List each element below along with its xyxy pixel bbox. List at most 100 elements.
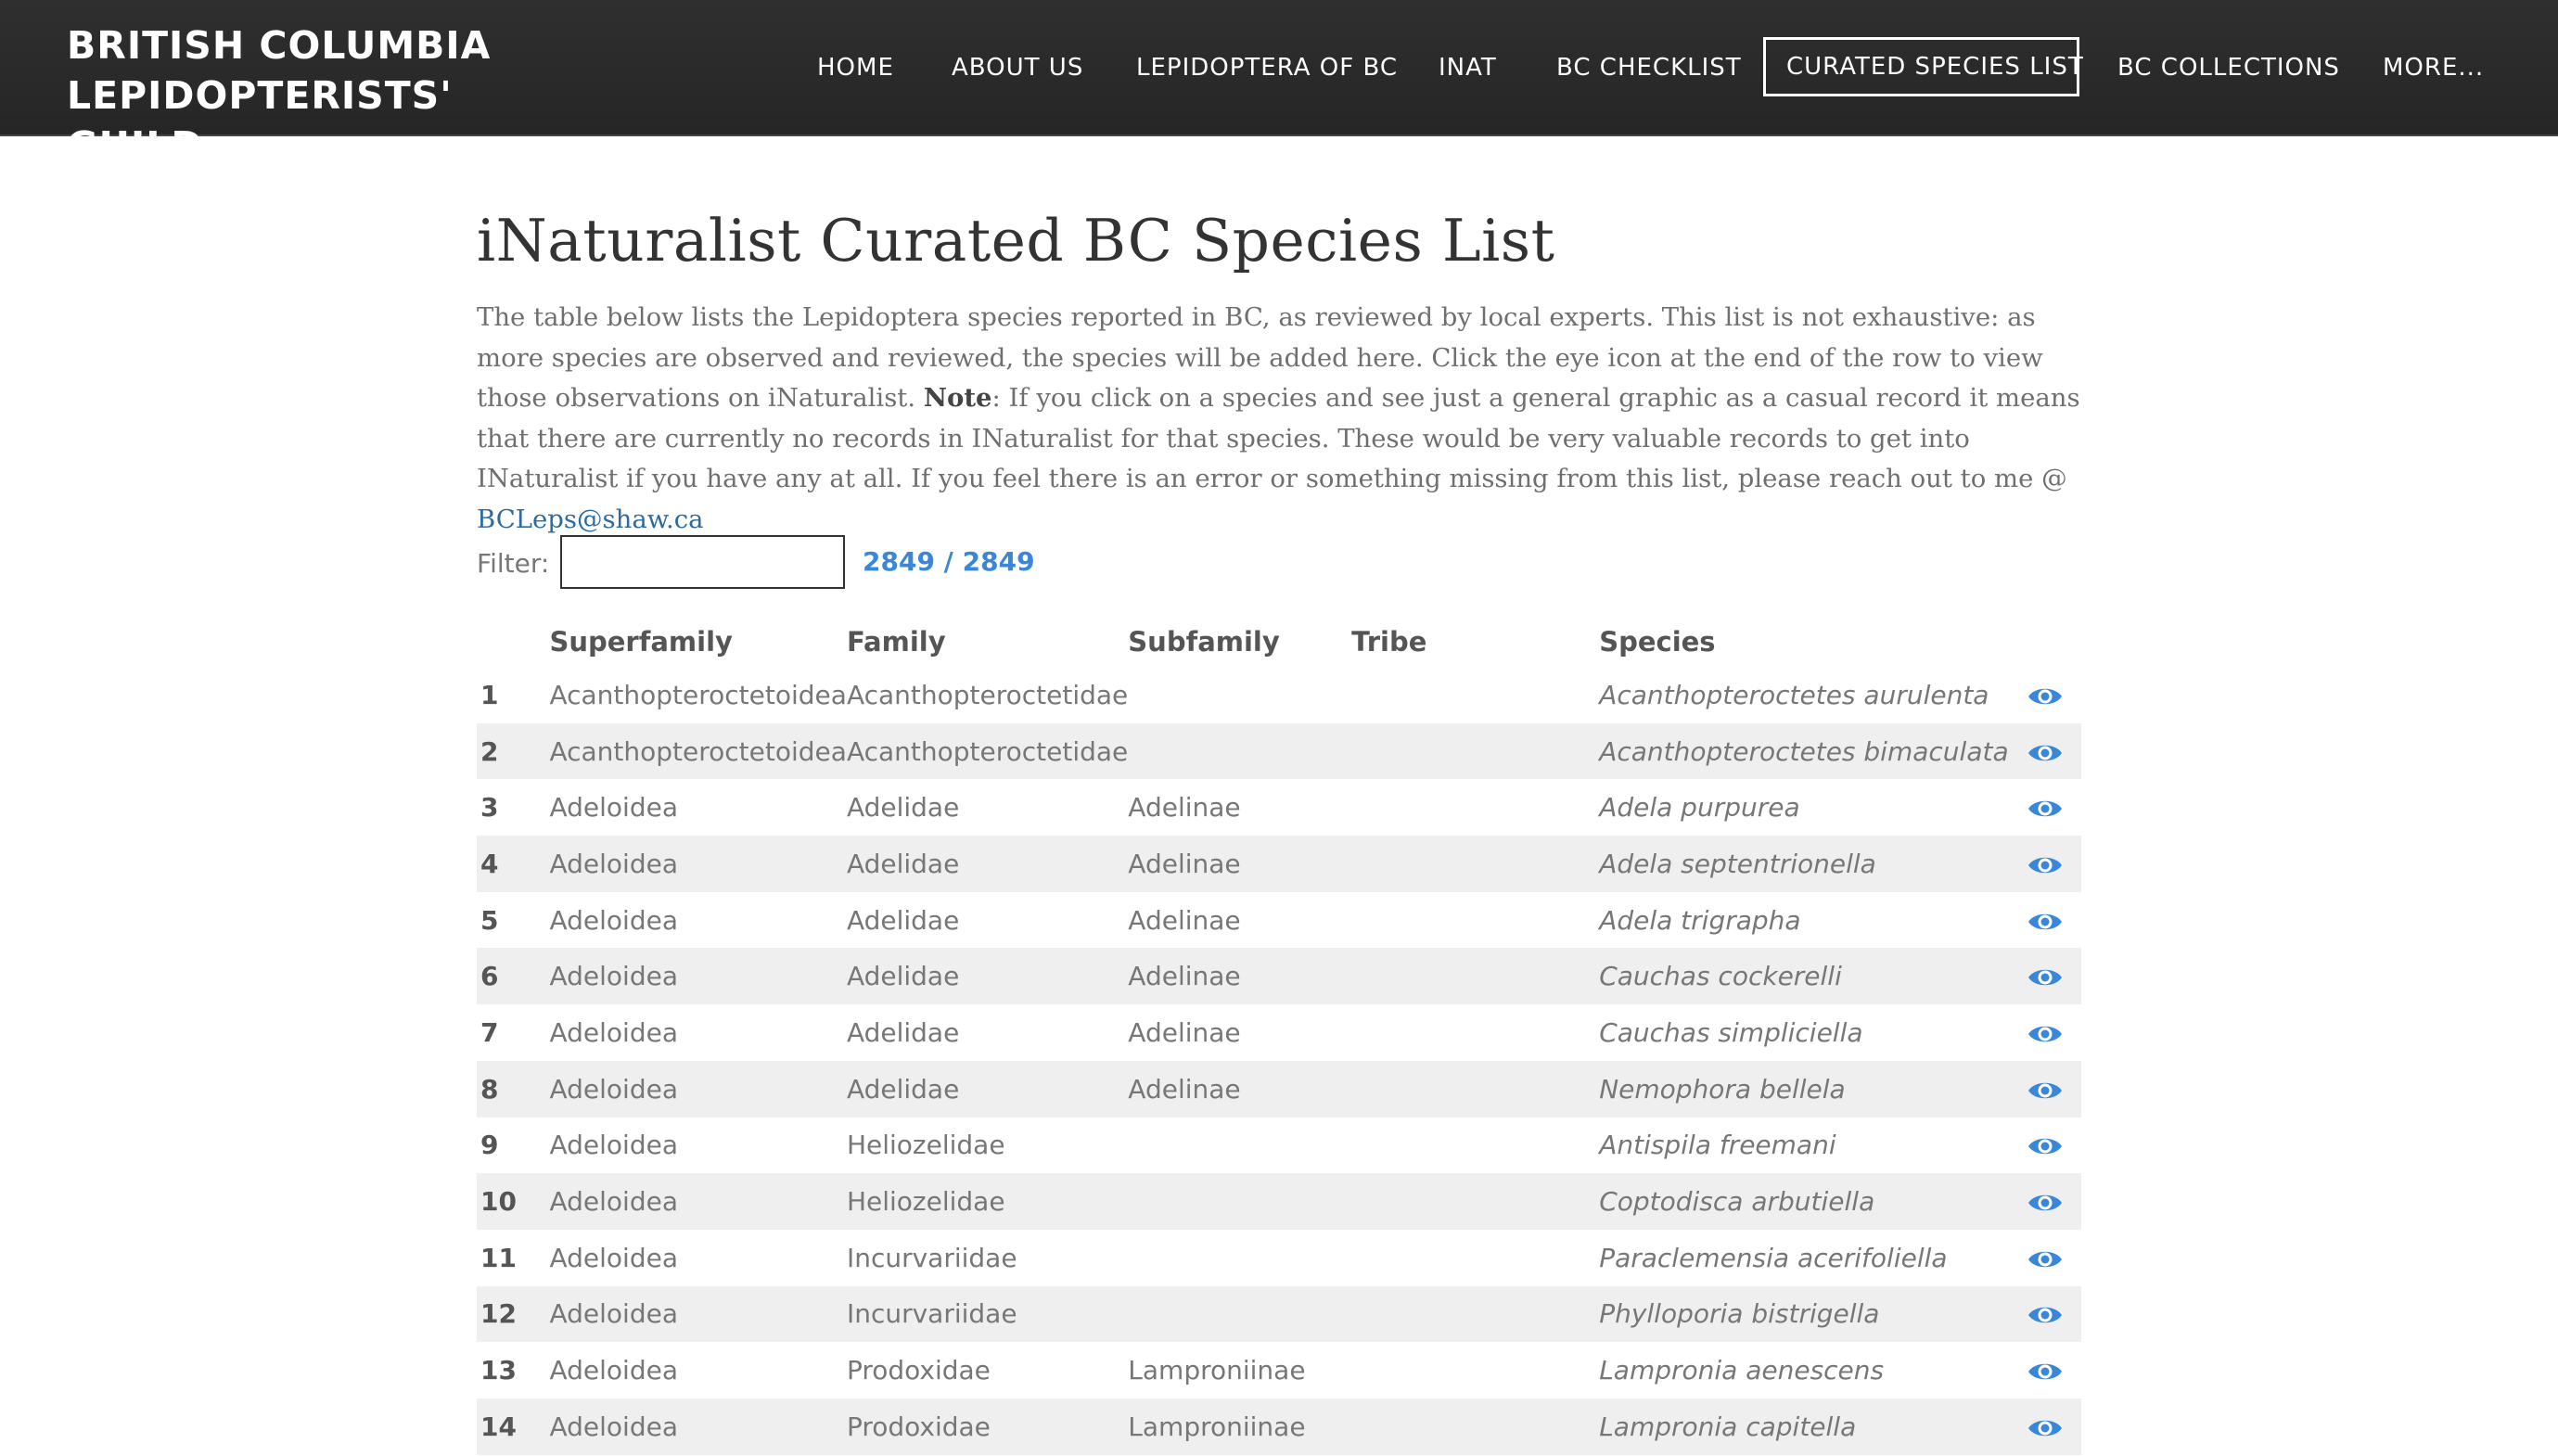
table-row: 1 Acanthopteroctetoidea Acanthopteroctetid… [477, 667, 2081, 723]
main-nav: HOME ABOUT US LEPIDOPTERA OF BC INAT BC … [0, 0, 2558, 134]
cell-family: Prodoxidae [846, 1355, 991, 1386]
col-header-family[interactable]: Family [847, 617, 1128, 667]
eye-icon[interactable] [2027, 797, 2064, 821]
table-row: 11 Adeloidea Incurvariidae Paraclemensia ac… [477, 1230, 2081, 1286]
cell-tribe [1351, 948, 1599, 1004]
eye-icon[interactable] [2027, 1416, 2064, 1440]
table-row: 8 Adeloidea Adelidae Adelinae Nemophora bell… [477, 1060, 2081, 1118]
nav-curated-species-list[interactable]: CURATED SPECIES LIST [1763, 37, 2083, 96]
cell-tribe [1351, 779, 1599, 836]
cell-subfamily: Lamproniinae [1128, 1355, 1306, 1386]
cell-view [2009, 836, 2081, 892]
filter-input[interactable] [560, 535, 845, 589]
cell-family: Prodoxidae [846, 1411, 991, 1442]
table-row: 2 Acanthopteroctetoidea Acanthopteroctetid… [477, 722, 2081, 780]
intro-paragraph: The table below lists the Lepidoptera sp… [477, 298, 2081, 540]
table-row: 13 Adeloidea Prodoxidae Lamproniinae Lampron… [477, 1342, 2081, 1399]
cell-species[interactable]: Phylloporia bistrigella [1599, 1286, 2008, 1343]
cell-species[interactable]: Adela septentrionella [1599, 836, 2008, 892]
cell-num: 14 [480, 1411, 517, 1442]
cell-tribe [1351, 1399, 1599, 1455]
table-row: 9 Adeloidea Heliozelidae Antispila freemani [477, 1118, 2081, 1174]
cell-species[interactable]: Nemophora bellela [1599, 1061, 2008, 1118]
species-table-body: 1 Acanthopteroctetoidea Acanthopteroctetid… [477, 667, 2081, 1455]
cell-species[interactable]: Lampronia capitella [1599, 1399, 2008, 1455]
eye-icon[interactable] [2027, 741, 2064, 765]
eye-icon[interactable] [2027, 1191, 2064, 1215]
cell-family: Adelidae [846, 961, 960, 992]
col-header-action [2009, 617, 2081, 667]
cell-view [2009, 1399, 2081, 1455]
col-header-subfamily[interactable]: Subfamily [1128, 617, 1351, 667]
table-row: 5 Adeloidea Adelidae Adelinae Adela trigraph… [477, 892, 2081, 949]
cell-subfamily: Lamproniinae [1128, 1411, 1306, 1442]
nav-lepidoptera-of-bc[interactable]: LEPIDOPTERA OF BC [1136, 0, 1398, 134]
col-header-species[interactable]: Species [1599, 617, 2008, 667]
cell-superfamily: Acanthopteroctetoidea [549, 735, 847, 767]
eye-icon[interactable] [2027, 1079, 2064, 1103]
cell-species[interactable]: Antispila freemani [1599, 1118, 2008, 1174]
cell-num: 1 [480, 679, 499, 710]
nav-inat[interactable]: INAT [1439, 0, 1497, 134]
cell-num: 10 [480, 1186, 517, 1218]
eye-icon[interactable] [2027, 684, 2064, 709]
cell-species[interactable]: Adela trigrapha [1599, 892, 2008, 949]
cell-num: 9 [480, 1130, 499, 1161]
cell-view [2009, 1286, 2081, 1343]
cell-species[interactable]: Acanthopteroctetes bimaculata [1599, 723, 2008, 780]
cell-subfamily [1128, 1173, 1351, 1230]
intro-note-label: Note [923, 383, 992, 413]
eye-icon[interactable] [2027, 1022, 2064, 1046]
cell-subfamily: Adelinae [1128, 961, 1241, 992]
eye-icon[interactable] [2027, 910, 2064, 934]
eye-icon[interactable] [2027, 965, 2064, 990]
nav-bc-collections[interactable]: BC COLLECTIONS [2117, 0, 2340, 134]
cell-tribe [1351, 1173, 1599, 1230]
page-title: iNaturalist Curated BC Species List [477, 207, 1555, 275]
nav-more[interactable]: MORE... [2383, 0, 2484, 134]
filter-bar: Filter: 2849 / 2849 [477, 535, 1404, 591]
eye-icon[interactable] [2027, 1360, 2064, 1384]
cell-species[interactable]: Coptodisca arbutiella [1599, 1173, 2008, 1230]
table-row: 6 Adeloidea Adelidae Adelinae Cauchas cocker… [477, 948, 2081, 1005]
cell-num: 5 [480, 904, 499, 936]
cell-view [2009, 1061, 2081, 1118]
cell-num: 13 [480, 1355, 517, 1386]
cell-superfamily: Adeloidea [549, 1411, 678, 1442]
cell-view [2009, 667, 2081, 723]
cell-family: Adelidae [846, 1016, 960, 1048]
site-header: BRITISH COLUMBIA LEPIDOPTERISTS' GUILD H… [0, 0, 2558, 168]
cell-superfamily: Adeloidea [549, 848, 678, 879]
eye-icon[interactable] [2027, 1303, 2064, 1327]
cell-species[interactable]: Paraclemensia acerifoliella [1599, 1230, 2008, 1286]
cell-tribe [1351, 1286, 1599, 1343]
cell-view [2009, 723, 2081, 780]
nav-about-us[interactable]: ABOUT US [952, 0, 1083, 134]
cell-family: Incurvariidae [846, 1242, 1017, 1273]
cell-species[interactable]: Adela purpurea [1599, 779, 2008, 836]
contact-email-link[interactable]: BCLeps@shaw.ca [477, 504, 704, 534]
cell-tribe [1351, 892, 1599, 949]
nav-bc-checklist[interactable]: BC CHECKLIST [1556, 0, 1742, 134]
cell-tribe [1351, 1061, 1599, 1118]
col-header-superfamily[interactable]: Superfamily [549, 617, 846, 667]
col-header-tribe[interactable]: Tribe [1351, 617, 1599, 667]
eye-icon[interactable] [2027, 1134, 2064, 1158]
cell-subfamily: Adelinae [1128, 1073, 1241, 1105]
cell-view [2009, 1230, 2081, 1286]
cell-family: Adelidae [846, 792, 960, 824]
cell-tribe [1351, 1342, 1599, 1399]
cell-species[interactable]: Cauchas simpliciella [1599, 1004, 2008, 1061]
cell-species[interactable]: Lampronia aenescens [1599, 1342, 2008, 1399]
cell-num: 8 [480, 1073, 499, 1105]
cell-view [2009, 1342, 2081, 1399]
eye-icon[interactable] [2027, 853, 2064, 877]
cell-num: 7 [480, 1016, 499, 1048]
cell-subfamily [1128, 1286, 1351, 1343]
cell-species[interactable]: Acanthopteroctetes aurulenta [1599, 667, 2008, 723]
nav-home[interactable]: HOME [817, 0, 894, 134]
cell-num: 12 [480, 1298, 517, 1330]
eye-icon[interactable] [2027, 1247, 2064, 1271]
cell-species[interactable]: Cauchas cockerelli [1599, 948, 2008, 1004]
cell-family: Incurvariidae [846, 1298, 1017, 1330]
